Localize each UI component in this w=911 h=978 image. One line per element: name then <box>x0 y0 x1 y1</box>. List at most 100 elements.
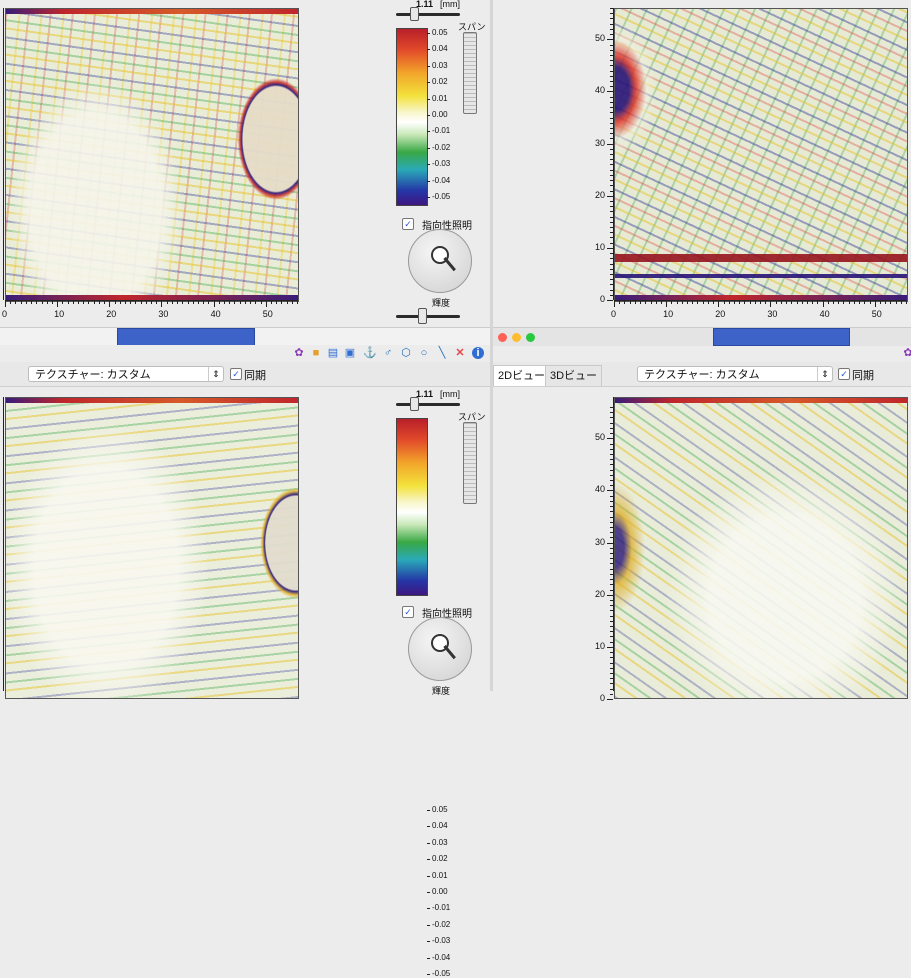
y-tick-mark <box>610 485 613 487</box>
colorbar-tick-label: 0.05 <box>432 805 448 814</box>
colorbar-range-slider-track <box>396 403 460 406</box>
texture-select-left[interactable]: テクスチャー: カスタム ⇕ <box>28 366 224 382</box>
span-slider[interactable] <box>463 422 477 504</box>
light-direction-knob[interactable] <box>408 617 472 681</box>
y-tick-mark <box>610 101 613 103</box>
zoom-window-button[interactable] <box>526 333 535 342</box>
y-tick-mark <box>610 652 613 654</box>
minimize-window-button[interactable] <box>512 333 521 342</box>
save-icon[interactable]: ▤ <box>327 347 339 359</box>
x-tick-mark <box>817 301 819 304</box>
x-tick-mark <box>869 301 871 304</box>
x-tick-label: 10 <box>663 309 674 319</box>
y-tick-mark <box>610 407 613 408</box>
right-scroll-indicator[interactable] <box>713 328 850 346</box>
sync-label-left: 同期 <box>244 370 266 382</box>
colorbar-tick-mark <box>427 164 430 166</box>
span-slider[interactable] <box>463 32 477 114</box>
x-tick-mark <box>749 301 751 304</box>
texture-select-right[interactable]: テクスチャー: カスタム ⇕ <box>637 366 833 382</box>
info-icon[interactable]: i <box>472 347 484 359</box>
y-tick-mark <box>610 641 613 643</box>
top-left-height-map[interactable] <box>5 8 299 302</box>
y-tick-mark <box>610 242 613 244</box>
y-tick-mark <box>610 174 613 176</box>
brightness-slider-track <box>396 315 460 318</box>
bottom-right-pane: 0 10 20 30 40 50 <box>493 387 911 703</box>
y-tick-mark <box>610 54 613 56</box>
surface-texture <box>6 9 298 301</box>
colorbar-range-slider-thumb[interactable] <box>410 7 419 21</box>
x-tick-mark <box>72 301 74 304</box>
top-right-pane: 0 10 20 30 40 50 0 10 20 30 40 50 <box>493 0 911 327</box>
x-tick-mark <box>265 301 267 307</box>
y-tick-mark <box>610 227 613 228</box>
y-tick-label: 30 <box>594 137 605 148</box>
directional-lighting-checkbox[interactable]: ✓ <box>402 606 414 618</box>
x-tick-mark <box>728 301 730 304</box>
y-tick-mark <box>610 537 613 539</box>
y-tick-mark <box>610 511 613 513</box>
x-tick-mark <box>775 301 777 304</box>
x-tick-mark <box>270 301 272 304</box>
x-tick-mark <box>229 301 231 304</box>
y-tick-mark <box>610 237 613 239</box>
y-tick-mark <box>610 122 613 124</box>
tab-2d-view[interactable]: 2Dビュー <box>493 365 551 386</box>
close-window-button[interactable] <box>498 333 507 342</box>
settings-icon-right[interactable]: ✿ <box>902 347 911 359</box>
export-icon[interactable]: ▣ <box>344 347 356 359</box>
top-right-height-map[interactable] <box>614 8 908 302</box>
line-icon[interactable]: ╲ <box>436 347 448 359</box>
x-tick-label: 40 <box>819 309 830 319</box>
y-tick-mark <box>610 558 613 560</box>
circle-icon[interactable]: ○ <box>418 347 430 359</box>
tab-3d-view[interactable]: 3Dビュー <box>545 365 603 386</box>
x-tick-mark <box>5 301 6 307</box>
bottom-left-height-map[interactable] <box>5 397 299 699</box>
x-tick-mark <box>182 301 184 304</box>
colorbar-range-slider-thumb[interactable] <box>410 397 419 411</box>
y-tick-mark <box>610 148 613 150</box>
x-tick-mark <box>218 301 220 304</box>
x-tick-mark <box>864 301 866 304</box>
colorbar-tick-mark <box>427 180 430 182</box>
colorbar-tick-label: -0.04 <box>432 175 451 185</box>
x-tick-mark <box>250 301 252 304</box>
marker-icon[interactable]: ♂ <box>382 347 394 359</box>
settings-icon[interactable]: ✿ <box>293 347 305 359</box>
x-tick-mark <box>770 301 772 307</box>
y-tick-mark <box>610 469 613 471</box>
x-tick-mark <box>114 301 116 304</box>
x-tick-mark <box>119 301 121 304</box>
y-tick-mark <box>610 180 613 182</box>
delete-icon[interactable]: ✕ <box>454 347 466 359</box>
y-tick-mark <box>610 417 613 419</box>
lasso-icon[interactable]: ⬡ <box>400 347 412 359</box>
sync-checkbox-left[interactable]: ✓ <box>230 368 242 380</box>
left-scroll-indicator[interactable] <box>117 328 255 346</box>
directional-lighting-checkbox[interactable]: ✓ <box>402 218 414 230</box>
y-tick-mark <box>610 206 613 208</box>
folder-icon[interactable]: ■ <box>310 347 322 359</box>
x-tick-mark <box>197 301 199 304</box>
x-tick-mark <box>874 301 876 307</box>
x-tick-mark <box>895 301 897 304</box>
bottom-right-height-map[interactable] <box>614 397 908 699</box>
y-tick-label: 50 <box>594 33 605 44</box>
edge-artifact <box>6 9 298 14</box>
x-tick-mark <box>10 301 12 304</box>
colorbar-top <box>396 28 428 206</box>
sync-checkbox-right[interactable]: ✓ <box>838 368 850 380</box>
x-tick-mark <box>286 301 288 304</box>
y-tick-mark <box>610 268 613 270</box>
x-tick-mark <box>848 301 850 304</box>
x-tick-mark <box>140 301 142 304</box>
y-tick-label: 20 <box>594 588 605 599</box>
y-tick-mark <box>610 284 613 286</box>
brightness-slider-thumb[interactable] <box>418 308 427 324</box>
anchor-icon[interactable]: ⚓ <box>363 347 377 359</box>
x-tick-label: 20 <box>715 309 726 319</box>
y-tick-mark <box>610 615 613 617</box>
light-direction-knob[interactable] <box>408 229 472 293</box>
